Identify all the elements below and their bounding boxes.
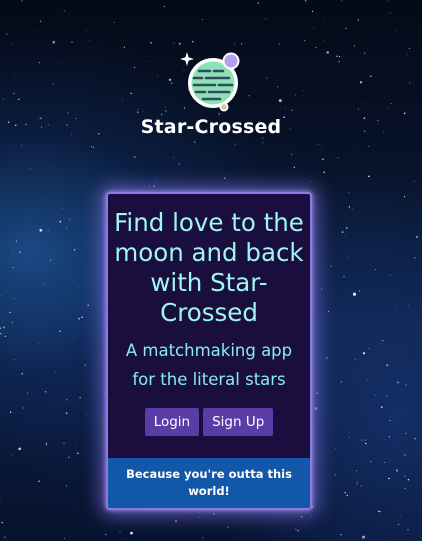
- sign-up-button[interactable]: Sign Up: [203, 408, 274, 436]
- brand-name: Star-Crossed: [140, 116, 282, 138]
- sparkle-icon: [180, 52, 194, 66]
- hero-tagline: A matchmaking app for the literal stars: [125, 341, 293, 389]
- planet-icon: [180, 52, 240, 112]
- login-button[interactable]: Login: [144, 408, 200, 436]
- hero-headline: Find love to the moon and back with Star…: [114, 208, 304, 327]
- card-footer: Because you're outta this world!: [108, 458, 310, 508]
- auth-button-group: Login Sign Up: [108, 408, 310, 436]
- hero-card: Find love to the moon and back with Star…: [106, 192, 312, 510]
- brand-logo: Star-Crossed: [0, 50, 422, 138]
